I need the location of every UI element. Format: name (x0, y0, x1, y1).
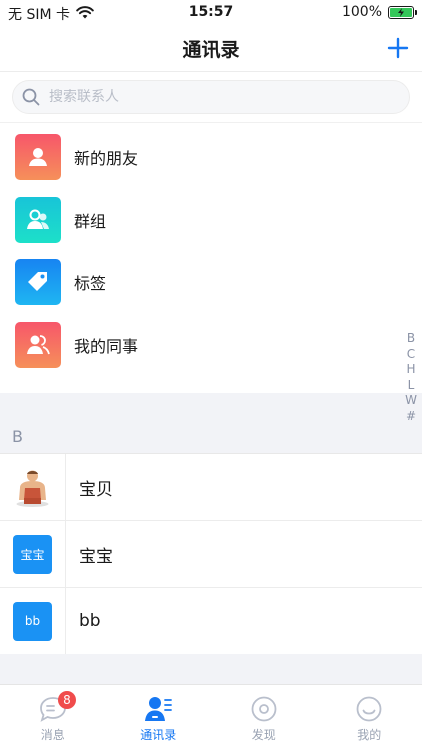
new-friends-row[interactable]: 新的朋友 (0, 126, 422, 189)
discover-icon (251, 696, 277, 722)
tab-messages-label: 消息 (40, 728, 65, 742)
search-bar[interactable] (12, 80, 410, 114)
tab-contacts[interactable]: 通讯录 (106, 685, 212, 750)
unread-badge: 8 (58, 691, 76, 709)
colleagues-row[interactable]: 我的同事 (0, 314, 422, 377)
avatar-cell (0, 454, 66, 520)
page-title: 通讯录 (182, 39, 240, 61)
avatar: bb (13, 601, 52, 641)
avatar-cell: 宝宝 (0, 521, 66, 587)
contact-name: bb (79, 611, 101, 631)
status-right: 100% (341, 4, 417, 20)
colleagues-label: 我的同事 (74, 336, 139, 356)
function-list: 新的朋友 群组 标签 我的同事 (0, 126, 422, 376)
avatar-cell: bb (0, 588, 66, 654)
alphabet-index[interactable]: B C H L W # (404, 331, 418, 424)
tab-discover-label: 发现 (251, 728, 276, 742)
contact-row[interactable]: bb bb (0, 588, 422, 655)
colleagues-icon (15, 321, 61, 368)
contact-name: 宝宝 (79, 546, 113, 567)
add-contact-button[interactable] (386, 36, 410, 60)
groups-label: 群组 (74, 211, 107, 231)
person-icon (15, 134, 61, 181)
index-letter-b[interactable]: B (407, 331, 415, 347)
status-bar: 无 SIM 卡 15:57 100% (0, 0, 422, 24)
section-header: B (0, 393, 422, 453)
divider (0, 122, 422, 123)
contacts-icon (145, 697, 173, 721)
index-letter-l[interactable]: L (408, 378, 415, 394)
tags-label: 标签 (74, 274, 107, 294)
contact-row[interactable]: 宝宝 宝宝 (0, 521, 422, 588)
avatar: 宝宝 (13, 534, 52, 574)
charging-bolt-icon (398, 7, 404, 17)
contact-row[interactable]: 宝贝 (0, 454, 422, 521)
plus-icon (387, 37, 409, 59)
battery-icon (388, 5, 417, 19)
avatar (13, 468, 52, 507)
index-letter-h[interactable]: H (406, 362, 415, 378)
new-friends-label: 新的朋友 (74, 149, 139, 169)
groups-row[interactable]: 群组 (0, 189, 422, 252)
profile-icon (356, 696, 382, 722)
tab-contacts-label: 通讯录 (140, 728, 177, 742)
index-letter-c[interactable]: C (407, 347, 415, 363)
tab-me[interactable]: 我的 (317, 685, 422, 750)
tab-messages[interactable]: 8 消息 (0, 685, 106, 750)
tab-bar: 8 消息 通讯录 发现 我的 (0, 684, 422, 750)
index-letter-w[interactable]: W (405, 393, 417, 409)
tab-me-label: 我的 (357, 728, 382, 742)
nav-bar: 通讯录 (0, 24, 422, 72)
list-footer (0, 654, 422, 684)
wrestler-avatar-icon (16, 470, 49, 507)
tags-row[interactable]: 标签 (0, 251, 422, 314)
battery-percent: 100% (341, 4, 382, 20)
search-input[interactable] (49, 89, 379, 105)
tab-discover[interactable]: 发现 (211, 685, 317, 750)
index-letter-hash[interactable]: # (406, 409, 416, 425)
contact-list: 宝贝 宝宝 宝宝 bb bb (0, 453, 422, 655)
contact-name: 宝贝 (79, 479, 113, 500)
search-icon (22, 88, 40, 106)
group-icon (15, 196, 61, 243)
tag-icon (15, 259, 61, 306)
section-letter: B (12, 427, 23, 446)
